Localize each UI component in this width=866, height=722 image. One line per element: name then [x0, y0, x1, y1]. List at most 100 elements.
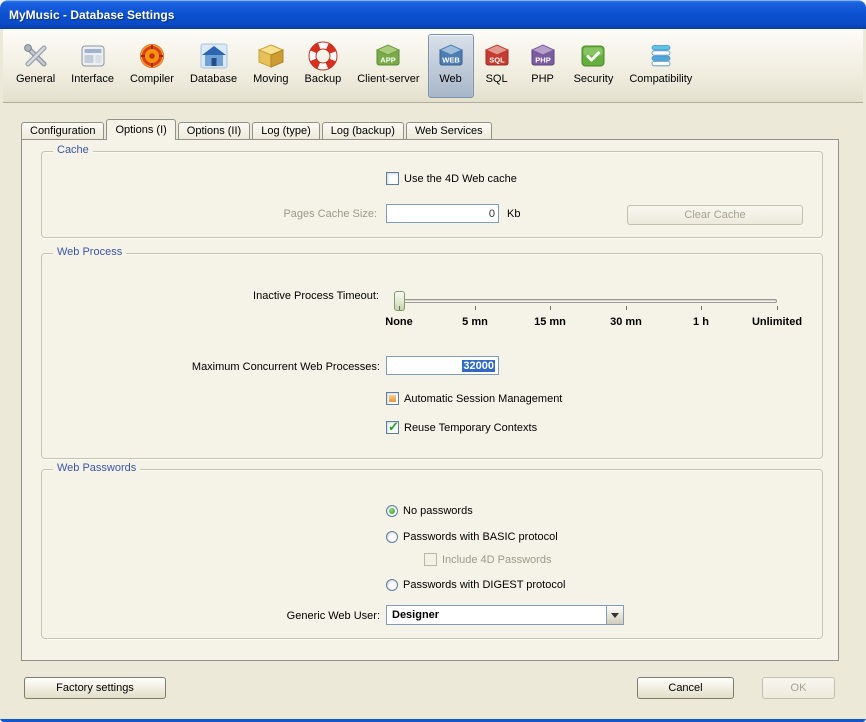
tab-options-1[interactable]: Options (I)	[106, 119, 175, 140]
database-house-icon	[199, 41, 229, 71]
moving-box-icon	[256, 41, 286, 71]
checkbox-label: Reuse Temporary Contexts	[404, 422, 537, 434]
digest-protocol-radio[interactable]: Passwords with DIGEST protocol	[386, 577, 565, 592]
reuse-contexts-checkbox[interactable]: Reuse Temporary Contexts	[386, 420, 537, 435]
slider-tick-label-5mn: 5 mn	[435, 316, 515, 328]
checkbox-label: Use the 4D Web cache	[404, 173, 517, 185]
use-web-cache-checkbox[interactable]: Use the 4D Web cache	[386, 171, 517, 186]
toolbar-item-backup[interactable]: Backup	[297, 34, 350, 98]
radio-label: Passwords with DIGEST protocol	[403, 579, 565, 591]
slider-tick	[550, 306, 551, 310]
toolbar-item-label: Web	[439, 73, 461, 85]
checkbox-box	[386, 172, 399, 185]
radio-label: Passwords with BASIC protocol	[403, 531, 558, 543]
clear-cache-button[interactable]: Clear Cache	[627, 205, 803, 225]
toolbar-item-label: Security	[574, 73, 614, 85]
cache-group: Cache Use the 4D Web cache Pages Cache S…	[41, 151, 823, 238]
database-settings-window: MyMusic - Database Settings General	[0, 0, 866, 722]
slider-tick-label-30mn: 30 mn	[586, 316, 666, 328]
web-passwords-group-caption: Web Passwords	[53, 462, 140, 474]
factory-settings-button[interactable]: Factory settings	[24, 677, 166, 699]
dropdown-selected-value: Designer	[387, 606, 606, 624]
slider-tick	[701, 306, 702, 310]
basic-protocol-radio[interactable]: Passwords with BASIC protocol	[386, 529, 558, 544]
toolbar-item-web[interactable]: WEB Web	[428, 34, 474, 98]
inactive-timeout-label: Inactive Process Timeout:	[129, 290, 379, 302]
svg-text:APP: APP	[381, 55, 396, 64]
svg-text:WEB: WEB	[442, 55, 460, 64]
slider-tick-label-none: None	[359, 316, 439, 328]
toolbar-item-database[interactable]: Database	[182, 34, 245, 98]
inactive-timeout-slider-track[interactable]	[399, 299, 777, 303]
cache-size-unit-label: Kb	[507, 208, 520, 220]
toolbar-item-label: Database	[190, 73, 237, 85]
checkbox-label: Include 4D Passwords	[442, 554, 551, 566]
toolbar-item-label: Interface	[71, 73, 114, 85]
radio-circle	[386, 579, 398, 591]
toolbar-item-compatibility[interactable]: Compatibility	[621, 34, 700, 98]
tab-web-services[interactable]: Web Services	[406, 122, 492, 140]
cache-group-caption: Cache	[53, 144, 93, 156]
web-passwords-group: Web Passwords No passwords Passwords wit…	[41, 469, 823, 639]
toolbar-item-sql[interactable]: SQL SQL	[474, 34, 520, 98]
security-shield-icon	[578, 41, 608, 71]
tab-log-backup[interactable]: Log (backup)	[322, 122, 404, 140]
toolbar-item-general[interactable]: General	[8, 34, 63, 98]
toolbar-item-moving[interactable]: Moving	[245, 34, 296, 98]
tools-icon	[21, 41, 51, 71]
checkbox-box	[386, 392, 399, 405]
toolbar-item-security[interactable]: Security	[566, 34, 622, 98]
slider-tick-label-1h: 1 h	[661, 316, 741, 328]
web-cube-icon: WEB	[436, 41, 466, 71]
toolbar-item-label: PHP	[531, 73, 554, 85]
toolbar-item-compiler[interactable]: Compiler	[122, 34, 182, 98]
cancel-button[interactable]: Cancel	[637, 677, 734, 699]
lifebuoy-icon	[308, 41, 338, 71]
dropdown-button[interactable]	[606, 606, 623, 624]
toolbar-item-label: Compatibility	[629, 73, 692, 85]
compatibility-stack-icon	[646, 41, 676, 71]
tab-configuration[interactable]: Configuration	[21, 122, 104, 140]
pages-cache-size-value: 0	[489, 208, 495, 220]
sql-cube-icon: SQL	[482, 41, 512, 71]
web-process-group-caption: Web Process	[53, 246, 126, 258]
toolbar-item-php[interactable]: PHP PHP	[520, 34, 566, 98]
slider-tick-label-unlimited: Unlimited	[737, 316, 817, 328]
ok-button[interactable]: OK	[762, 677, 835, 699]
generic-web-user-label: Generic Web User:	[180, 610, 380, 622]
tab-log-type[interactable]: Log (type)	[252, 122, 320, 140]
chevron-down-icon	[611, 613, 619, 618]
slider-tick-label-15mn: 15 mn	[510, 316, 590, 328]
auto-session-checkbox[interactable]: Automatic Session Management	[386, 391, 562, 406]
slider-tick	[626, 306, 627, 310]
slider-tick	[777, 306, 778, 310]
toolbar-item-label: Moving	[253, 73, 288, 85]
interface-icon	[78, 41, 108, 71]
titlebar[interactable]: MyMusic - Database Settings	[0, 0, 866, 29]
tab-options-2[interactable]: Options (II)	[178, 122, 250, 140]
include-4d-passwords-checkbox[interactable]: Include 4D Passwords	[424, 552, 551, 567]
svg-text:PHP: PHP	[535, 55, 550, 64]
generic-web-user-dropdown[interactable]: Designer	[386, 605, 624, 625]
radio-circle	[386, 505, 398, 517]
toolbar-item-client-server[interactable]: APP Client-server	[349, 34, 427, 98]
pages-cache-size-field[interactable]: 0	[386, 204, 499, 223]
options-1-panel: Cache Use the 4D Web cache Pages Cache S…	[21, 139, 839, 661]
radio-label: No passwords	[403, 505, 473, 517]
toolbar-item-interface[interactable]: Interface	[63, 34, 122, 98]
slider-tick	[475, 306, 476, 310]
toolbar-item-label: Compiler	[130, 73, 174, 85]
max-web-processes-field[interactable]: 32000	[386, 356, 499, 375]
php-cube-icon: PHP	[528, 41, 558, 71]
toolbar-item-label: Backup	[305, 73, 342, 85]
slider-tick	[399, 306, 400, 310]
window-title: MyMusic - Database Settings	[9, 8, 174, 22]
no-passwords-radio[interactable]: No passwords	[386, 503, 473, 518]
toolbar-item-label: SQL	[486, 73, 508, 85]
app-cube-icon: APP	[373, 41, 403, 71]
web-process-group: Web Process Inactive Process Timeout: No…	[41, 253, 823, 459]
radio-circle	[386, 531, 398, 543]
checkbox-label: Automatic Session Management	[404, 393, 562, 405]
pages-cache-size-label: Pages Cache Size:	[177, 208, 377, 220]
settings-toolbar: General Interface	[3, 29, 863, 103]
